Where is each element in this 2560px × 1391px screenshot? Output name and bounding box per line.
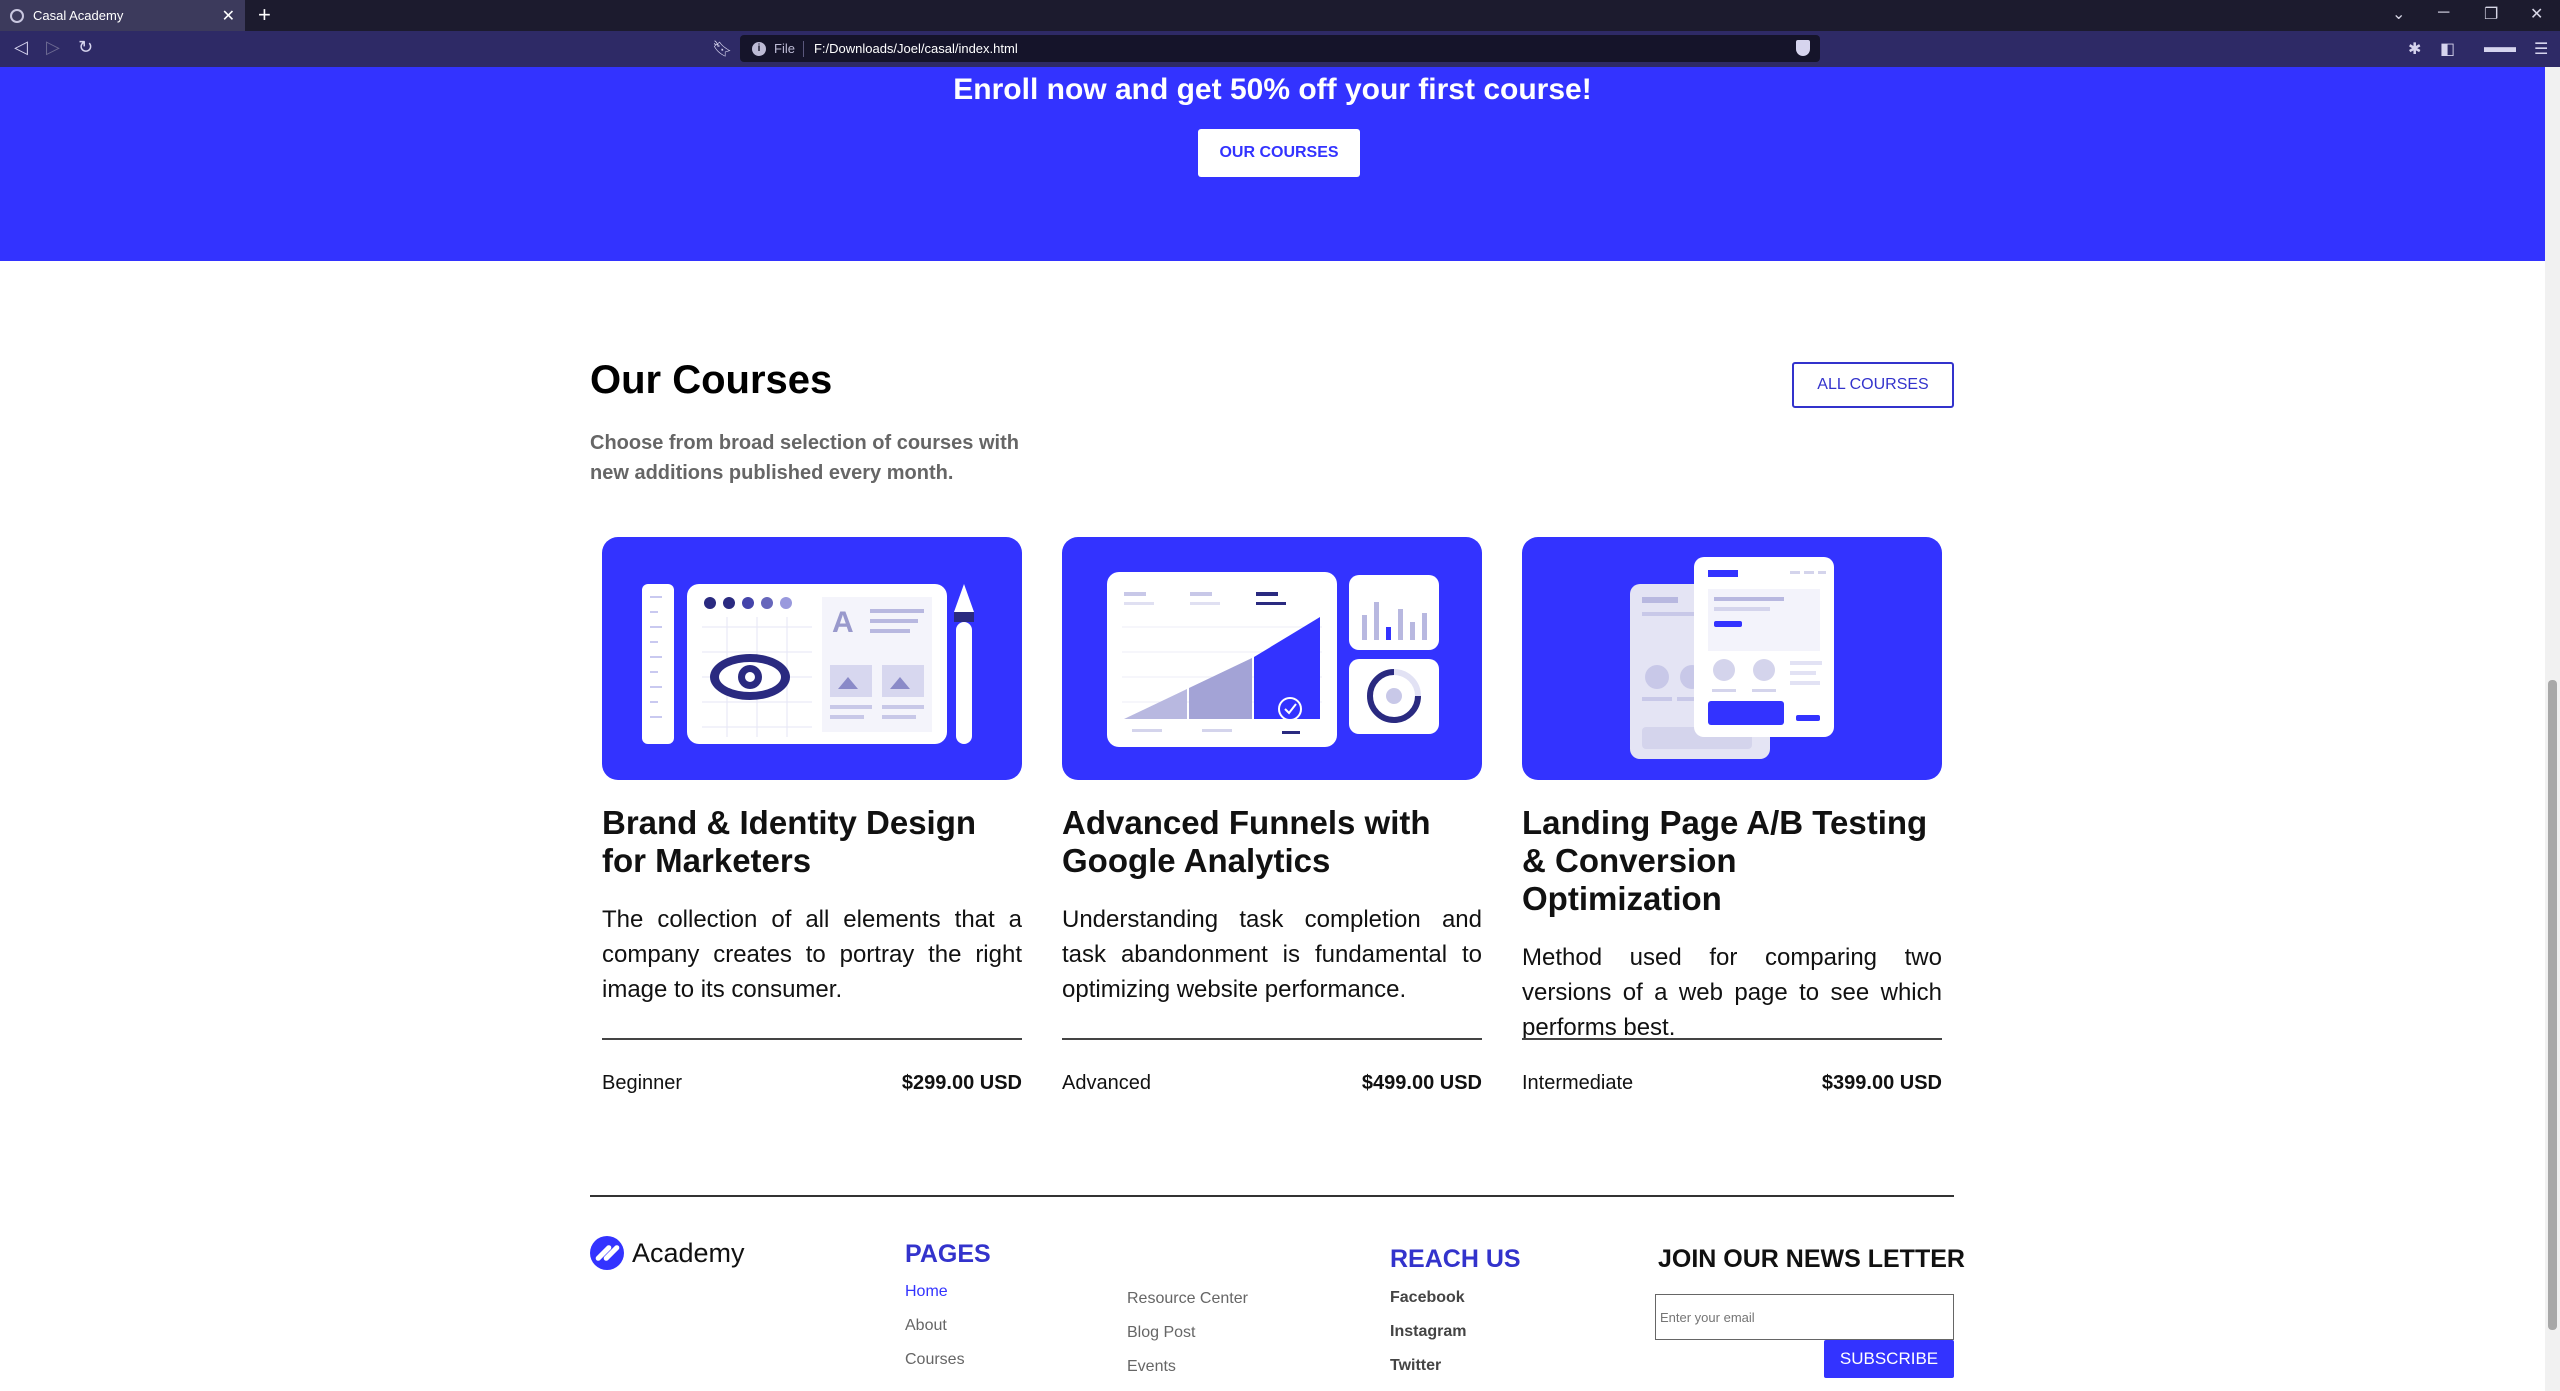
footer-link-twitter[interactable]: Twitter (1390, 1357, 1441, 1375)
our-courses-button[interactable]: OUR COURSES (1198, 129, 1360, 177)
new-tab-icon[interactable]: + (258, 2, 271, 28)
scrollbar-thumb[interactable] (2548, 680, 2557, 1330)
minimize-icon[interactable]: ─ (2438, 4, 2449, 22)
footer-link-blog-post[interactable]: Blog Post (1127, 1324, 1195, 1342)
url-text[interactable]: F:/Downloads/Joel/casal/index.html (814, 41, 1018, 56)
address-bar-row: ◁ ▷ ↻ 🔖︎ i File F:/Downloads/Joel/casal/… (0, 31, 2560, 67)
extensions-icon[interactable]: ✱ (2408, 39, 2421, 59)
footer-link-instagram[interactable]: Instagram (1390, 1323, 1466, 1341)
newsletter-email-input[interactable] (1655, 1294, 1954, 1340)
course-price: $299.00 USD (901, 1072, 1022, 1094)
course-title[interactable]: Landing Page A/B Testing & Conversion Op… (1522, 804, 1942, 918)
restore-icon[interactable]: ❐ (2484, 4, 2498, 24)
tab-close-icon[interactable]: ✕ (222, 6, 235, 26)
course-price: $499.00 USD (1361, 1072, 1482, 1094)
card-divider (1522, 1038, 1942, 1040)
reload-icon[interactable]: ↻ (78, 37, 93, 58)
all-courses-button[interactable]: ALL COURSES (1792, 362, 1954, 408)
course-level: Advanced (1062, 1072, 1151, 1094)
footer-divider (590, 1195, 1954, 1197)
browser-tab[interactable]: Casal Academy ✕ (0, 0, 245, 31)
course-image-landing-page[interactable] (1522, 537, 1942, 780)
academy-logo-icon (590, 1236, 624, 1270)
course-image-brand-design[interactable]: A (602, 537, 1022, 780)
course-card[interactable]: Advanced Funnels with Google Analytics U… (1062, 537, 1482, 1094)
footer-link-about[interactable]: About (905, 1317, 947, 1335)
window-close-icon[interactable]: ✕ (2530, 4, 2543, 24)
back-icon[interactable]: ◁ (14, 37, 28, 58)
footer-link-events[interactable]: Events (1127, 1358, 1176, 1376)
course-title[interactable]: Brand & Identity Design for Marketers (602, 804, 1022, 880)
promo-banner: Enroll now and get 50% off your first co… (0, 67, 2545, 261)
url-separator (802, 40, 804, 57)
menu-icon[interactable]: ☰ (2534, 39, 2548, 59)
course-title[interactable]: Advanced Funnels with Google Analytics (1062, 804, 1482, 880)
course-price: $399.00 USD (1821, 1072, 1942, 1094)
course-level: Intermediate (1522, 1072, 1634, 1094)
course-card[interactable]: Landing Page A/B Testing & Conversion Op… (1522, 537, 1942, 1094)
bookmark-icon[interactable]: 🔖︎ (712, 39, 732, 59)
url-scheme: File (774, 41, 795, 56)
course-image-funnels[interactable] (1062, 537, 1482, 780)
design-illustration-icon: A (642, 584, 974, 744)
pages-heading: PAGES (905, 1240, 991, 1268)
logo-text: Academy (632, 1237, 745, 1268)
landing-page-illustration-icon (1630, 557, 1834, 759)
card-divider (602, 1038, 1022, 1040)
shield-icon[interactable] (1796, 40, 1810, 56)
course-card[interactable]: A Brand & Identity Design for Marketers … (602, 537, 1022, 1094)
section-title: Our Courses (590, 358, 833, 402)
course-level: Beginner (602, 1072, 683, 1094)
tab-title: Casal Academy (33, 8, 124, 23)
course-description: Understanding task completion and task a… (1062, 906, 1482, 1003)
newsletter-heading: JOIN OUR NEWS LETTER (1658, 1245, 1965, 1273)
footer-link-courses[interactable]: Courses (905, 1351, 965, 1369)
forward-icon[interactable]: ▷ (46, 37, 60, 58)
footer-logo[interactable]: Academy (590, 1236, 745, 1270)
svg-text:A: A (832, 606, 854, 639)
footer-link-home[interactable]: Home (905, 1283, 948, 1301)
site-favicon-icon (10, 8, 24, 23)
site-info-icon[interactable]: i (752, 41, 766, 56)
course-description: Method used for comparing two versions o… (1522, 944, 1942, 1041)
analytics-illustration-icon (1107, 572, 1439, 747)
course-description: The collection of all elements that a co… (602, 906, 1022, 1003)
browser-tab-bar: Casal Academy ✕ + ⌄ ─ ❐ ✕ (0, 0, 2560, 31)
sidebar-icon[interactable]: ◧ (2440, 39, 2455, 59)
url-field[interactable]: i File F:/Downloads/Joel/casal/index.htm… (740, 35, 1820, 62)
wallet-icon[interactable]: ▬▬ (2484, 39, 2516, 57)
subscribe-button[interactable]: SUBSCRIBE (1824, 1340, 1954, 1378)
tab-search-chevron-icon[interactable]: ⌄ (2392, 4, 2405, 24)
promo-headline: Enroll now and get 50% off your first co… (953, 73, 1592, 106)
footer-link-facebook[interactable]: Facebook (1390, 1289, 1465, 1307)
section-subtitle: Choose from broad selection of courses w… (590, 432, 1019, 484)
card-divider (1062, 1038, 1482, 1040)
footer-link-resource-center[interactable]: Resource Center (1127, 1290, 1248, 1308)
reach-us-heading: REACH US (1390, 1245, 1521, 1273)
